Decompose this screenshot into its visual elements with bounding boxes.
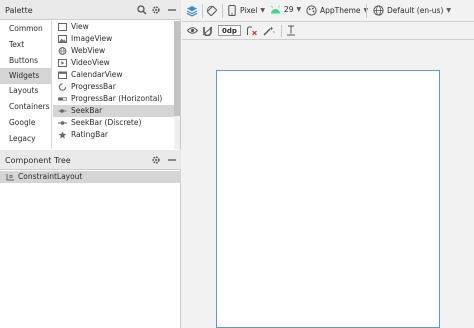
toolbar-separator: [281, 25, 282, 37]
gear-icon[interactable]: [150, 4, 162, 16]
progress-bar-icon: [58, 97, 67, 101]
default-margin-selector[interactable]: 0dp: [218, 25, 241, 36]
widget-seekbar[interactable]: SeekBar: [53, 105, 177, 117]
device-blueprint-screen[interactable]: [216, 70, 440, 328]
widget-label: CalendarView: [71, 70, 123, 79]
widget-ratingbar[interactable]: RatingBar: [53, 129, 177, 141]
widget-progressbar[interactable]: ProgressBar: [53, 81, 177, 93]
orientation-icon[interactable]: [206, 5, 218, 17]
eye-icon[interactable]: [187, 26, 198, 35]
phone-icon: [228, 5, 236, 16]
category-layouts[interactable]: Layouts: [0, 83, 51, 99]
palette-header: Palette: [0, 0, 181, 20]
category-common[interactable]: Common: [0, 21, 51, 37]
widget-label: ProgressBar (Horizontal): [71, 94, 163, 103]
theme-selector[interactable]: AppTheme ▼: [306, 5, 368, 16]
layers-icon[interactable]: [186, 5, 198, 17]
tree-item-label: ConstraintLayout: [18, 172, 83, 181]
toolbar-separator: [222, 4, 223, 18]
toolbar-separator: [202, 4, 203, 18]
globe-icon: [373, 5, 384, 16]
category-legacy[interactable]: Legacy: [0, 131, 51, 147]
widget-label: ProgressBar: [71, 82, 116, 91]
component-tree-title: Component Tree: [5, 156, 71, 165]
device-label: Pixel: [240, 6, 258, 15]
category-buttons[interactable]: Buttons: [0, 53, 51, 69]
chevron-down-icon: ▼: [296, 6, 302, 13]
chevron-down-icon: ▼: [446, 7, 451, 14]
widget-label: WebView: [71, 46, 106, 55]
api-level-label: 29: [284, 5, 294, 14]
locale-label: Default (en-us): [387, 6, 444, 15]
theme-icon: [306, 5, 317, 16]
widget-progressbar-horizontal[interactable]: ProgressBar (Horizontal): [53, 93, 177, 105]
api-level-selector[interactable]: 29 ▼: [270, 5, 301, 14]
category-google[interactable]: Google: [0, 115, 51, 131]
palette-widget-list: View ImageView WebView VideoView Calenda…: [53, 21, 181, 149]
widget-label: ImageView: [71, 34, 113, 43]
star-icon: [58, 131, 67, 139]
widget-label: SeekBar: [71, 106, 103, 115]
gear-icon[interactable]: [150, 154, 162, 166]
device-selector[interactable]: Pixel ▼: [228, 5, 265, 16]
magnet-icon[interactable]: [202, 26, 213, 36]
widget-videoview[interactable]: VideoView: [53, 57, 177, 69]
tree-item-constraintlayout[interactable]: ConstraintLayout: [0, 171, 181, 183]
constraint-layout-icon: [6, 174, 14, 181]
category-widgets[interactable]: Widgets: [0, 68, 51, 84]
video-icon: [58, 59, 67, 67]
calendar-icon: [58, 71, 67, 79]
widget-calendarview[interactable]: CalendarView: [53, 69, 177, 81]
theme-label: AppTheme: [320, 6, 361, 15]
android-icon: [271, 5, 280, 14]
category-text[interactable]: Text: [0, 37, 51, 53]
widget-view[interactable]: View: [53, 21, 177, 33]
left-panel: Palette Common Text Buttons Widgets Layo…: [0, 0, 181, 328]
widget-label: VideoView: [71, 58, 110, 67]
view-icon: [58, 23, 67, 31]
widget-label: RatingBar: [71, 130, 109, 139]
component-tree-header: Component Tree: [0, 150, 181, 170]
widget-webview[interactable]: WebView: [53, 45, 177, 57]
chevron-down-icon: ▼: [260, 7, 265, 14]
minimize-icon[interactable]: [166, 154, 178, 166]
palette-categories: Common Text Buttons Widgets Layouts Cont…: [0, 21, 52, 149]
minimize-icon[interactable]: [166, 4, 178, 16]
seekbar-icon: [58, 109, 67, 113]
toolbar-separator: [366, 4, 367, 18]
layout-toolbar: 0dp: [182, 22, 474, 40]
widget-label: SeekBar (Discrete): [71, 118, 142, 127]
default-margin-value: 0dp: [222, 26, 237, 35]
locale-selector[interactable]: Default (en-us) ▼: [373, 5, 451, 16]
palette-scrollbar[interactable]: [174, 21, 180, 149]
widget-imageview[interactable]: ImageView: [53, 33, 177, 45]
search-icon[interactable]: [136, 4, 148, 16]
infer-constraints-icon[interactable]: [263, 26, 275, 36]
image-icon: [58, 35, 67, 43]
progress-circle-icon: [58, 83, 67, 91]
text-baseline-icon[interactable]: [286, 25, 296, 36]
category-containers[interactable]: Containers: [0, 99, 51, 115]
palette-title: Palette: [5, 6, 33, 15]
clear-constraints-icon[interactable]: [246, 26, 258, 36]
seekbar-discrete-icon: [58, 121, 67, 125]
editor-toolbar: Pixel ▼ 29 ▼ AppTheme ▼ Default (en-us) …: [182, 0, 474, 22]
widget-seekbar-discrete[interactable]: SeekBar (Discrete): [53, 117, 177, 129]
widget-label: View: [71, 22, 89, 31]
palette-scroll-thumb[interactable]: [174, 21, 180, 116]
web-icon: [58, 47, 67, 55]
